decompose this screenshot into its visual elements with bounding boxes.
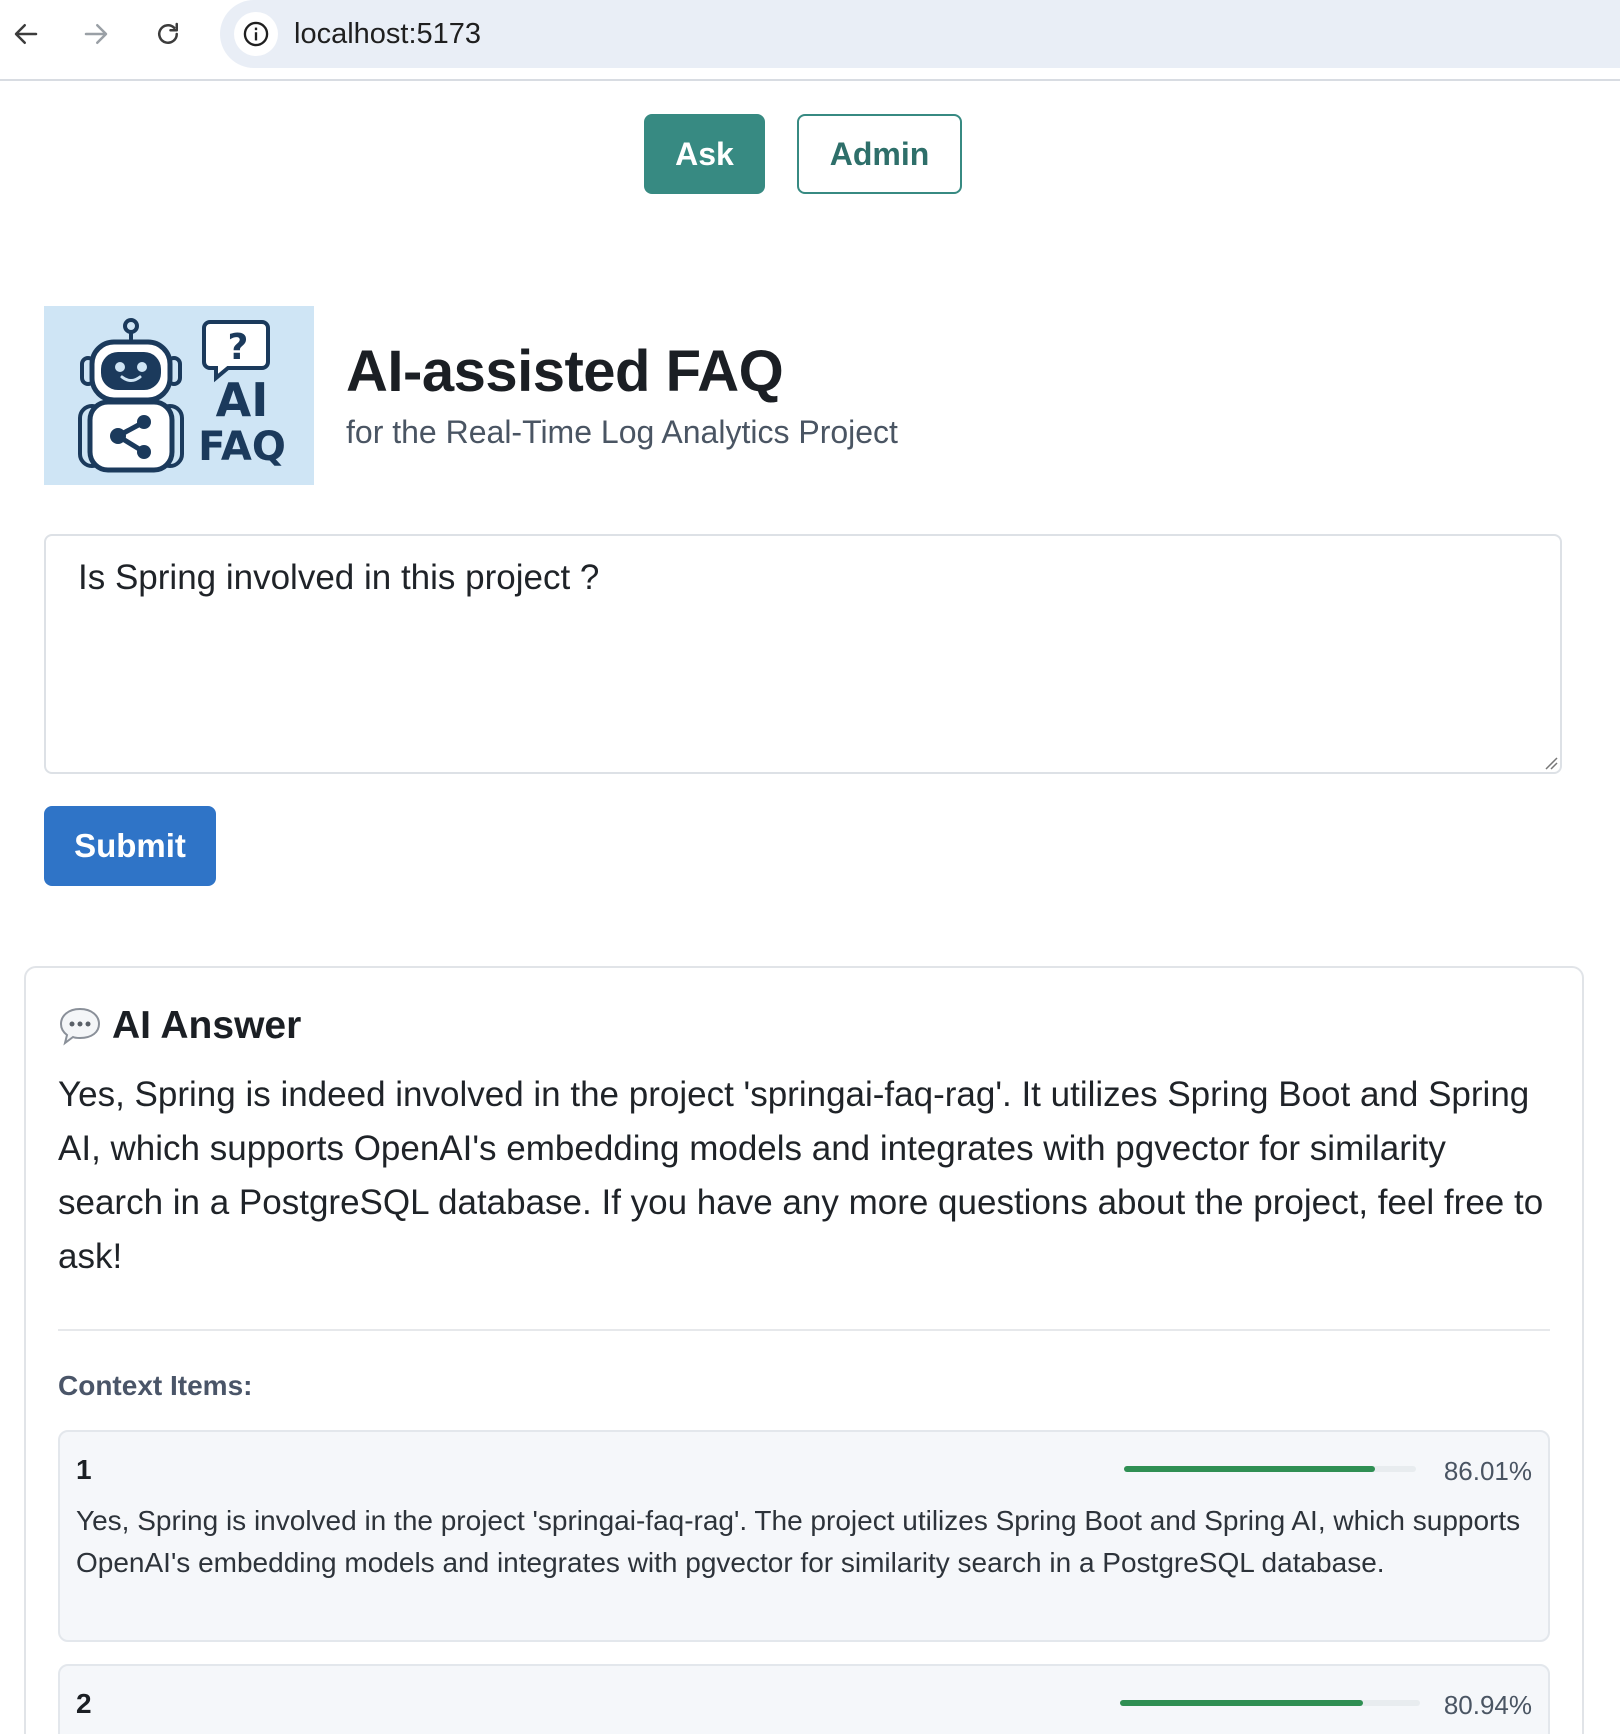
site-info-icon[interactable] bbox=[234, 12, 278, 56]
reload-icon[interactable] bbox=[148, 14, 188, 54]
url-text: localhost:5173 bbox=[294, 18, 482, 50]
answer-heading: AI Answer bbox=[58, 1004, 301, 1048]
context-items-label: Context Items: bbox=[58, 1370, 253, 1401]
back-icon[interactable] bbox=[6, 14, 46, 54]
logo-question-mark: ? bbox=[228, 327, 249, 368]
context-item-index: 2 bbox=[76, 1688, 92, 1719]
logo-text-ai: AI bbox=[216, 373, 269, 427]
forward-icon[interactable] bbox=[76, 14, 116, 54]
relevance-bar-fill bbox=[1124, 1466, 1376, 1472]
answer-title: AI Answer bbox=[112, 1004, 302, 1047]
ask-tab-button[interactable]: Ask bbox=[644, 114, 765, 194]
relevance-bar bbox=[1120, 1700, 1420, 1706]
context-item-text: Yes, Spring is involved in the project '… bbox=[76, 1505, 1521, 1578]
submit-button[interactable]: Submit bbox=[44, 806, 216, 886]
context-item: 2 80.94% bbox=[58, 1664, 1550, 1734]
answer-text: Yes, Spring is indeed involved in the pr… bbox=[58, 1075, 1544, 1276]
speech-bubble-icon bbox=[59, 1007, 101, 1046]
resize-handle-icon[interactable] bbox=[1544, 756, 1558, 770]
relevance-score: 86.01% bbox=[1443, 1456, 1532, 1486]
answer-card: AI Answer Yes, Spring is indeed involved… bbox=[24, 966, 1584, 1734]
browser-toolbar: localhost:5173 bbox=[0, 0, 1620, 81]
relevance-score: 80.94% bbox=[1443, 1690, 1532, 1720]
relevance-bar-fill bbox=[1120, 1700, 1363, 1706]
page-title: AI-assisted FAQ bbox=[346, 339, 784, 404]
divider bbox=[58, 1329, 1550, 1331]
relevance-bar bbox=[1124, 1466, 1416, 1472]
address-bar[interactable]: localhost:5173 bbox=[220, 0, 1620, 68]
logo-text-faq: FAQ bbox=[198, 424, 286, 470]
admin-tab-button[interactable]: Admin bbox=[797, 114, 962, 194]
ai-faq-logo: ? AI FAQ bbox=[44, 306, 314, 485]
question-input[interactable] bbox=[44, 534, 1562, 774]
context-item-index: 1 bbox=[76, 1454, 92, 1485]
page-subtitle: for the Real-Time Log Analytics Project bbox=[346, 414, 898, 450]
context-item: 1 86.01% Yes, Spring is involved in the … bbox=[58, 1430, 1550, 1642]
